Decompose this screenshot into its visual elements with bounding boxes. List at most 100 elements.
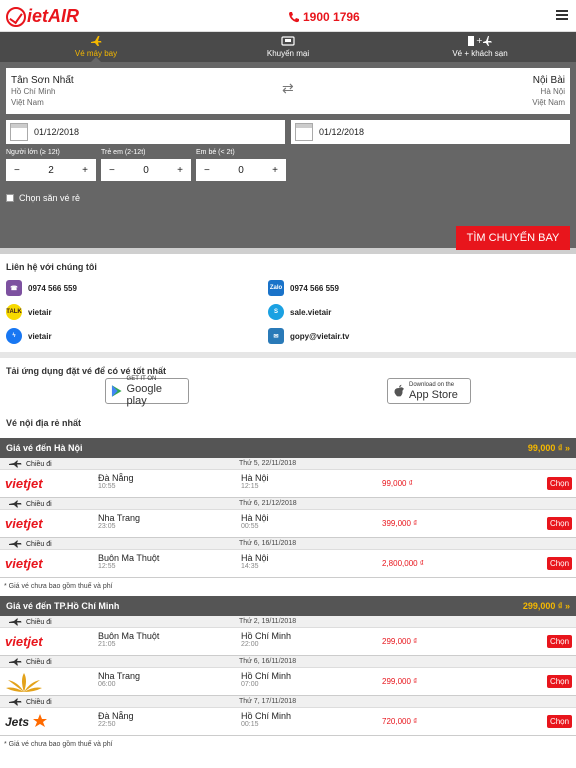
chevron-down-icon[interactable]: » xyxy=(565,601,570,611)
vietair-logo[interactable]: ietAIR xyxy=(6,6,79,27)
play-store-icon xyxy=(111,385,122,397)
select-flight-button[interactable]: Chọn xyxy=(547,715,572,728)
departure-time: 12:55 xyxy=(98,563,116,570)
skype-id: sale.vietair xyxy=(290,307,332,317)
fare-group-header[interactable]: Giá vé đến Hà Nội 99,000 ₫ » xyxy=(0,438,576,458)
vietjet-logo: vietjet xyxy=(5,476,43,491)
flight-price: 99,000 ₫ xyxy=(382,479,413,488)
fare-group: Giá vé đến TP.Hồ Chí Minh 299,000 ₫ » Chiề… xyxy=(0,596,576,754)
infants-group: Em bé (< 2t) − 0 + xyxy=(196,149,286,181)
swap-route-icon[interactable]: ⇄ xyxy=(282,80,294,97)
select-flight-button[interactable]: Chọn xyxy=(547,477,572,490)
select-flight-button[interactable]: Chọn xyxy=(547,517,572,530)
google-play-text: Google play xyxy=(126,382,163,407)
minus-icon[interactable]: − xyxy=(109,165,115,176)
flight-price: 399,000 ₫ xyxy=(382,519,418,528)
fare-group-title: Giá vé đến TP.Hồ Chí Minh xyxy=(6,601,120,611)
fare-group: Giá vé đến Hà Nội 99,000 ₫ » Chiều đi Thứ 5… xyxy=(0,438,576,596)
plus-icon[interactable]: + xyxy=(177,165,183,176)
plus-icon[interactable]: + xyxy=(82,165,88,176)
arrival-city: Hà Nội xyxy=(241,473,269,483)
viber-contact[interactable]: ☎ 0974 566 559 xyxy=(6,280,77,296)
cheap-fare-checkbox[interactable] xyxy=(6,194,14,202)
airplane-icon xyxy=(9,540,22,548)
departure-info: Đà Nẵng 22:50 xyxy=(98,711,134,728)
airline-logo: Jets xyxy=(4,712,54,732)
tab-flight-hotel-label: Vé + khách sạn xyxy=(452,49,508,58)
jetstar-logo: Jets xyxy=(5,714,47,729)
flight-row: Jets Đà Nẵng 22:50 Hồ Chí Minh 00:15 720,000 … xyxy=(0,708,576,736)
vietnam-airlines-logo xyxy=(6,673,42,692)
airline-logo: vietjet xyxy=(4,632,54,652)
fare-group-price: 299,000 ₫ » xyxy=(522,601,570,611)
plus-icon[interactable]: + xyxy=(272,165,278,176)
depart-date-field[interactable]: 01/12/2018 xyxy=(6,120,285,144)
flight-date: Thứ 2, 19/11/2018 xyxy=(239,618,297,625)
minus-icon[interactable]: − xyxy=(14,165,20,176)
airplane-icon xyxy=(9,500,22,508)
arrival-time: 07:00 xyxy=(241,681,259,688)
hotline-number: 1900 1796 xyxy=(303,10,360,24)
cheap-fare-option[interactable]: Chọn săn vé rẻ xyxy=(6,193,570,203)
children-group: Trẻ em (2-12t) − 0 + xyxy=(101,149,191,181)
departure-time: 06:00 xyxy=(98,681,116,688)
flight-row: vietjet Nha Trang 23:05 Hà Nội 00:55 399,000 … xyxy=(0,510,576,538)
hotline-link[interactable]: 1900 1796 xyxy=(288,10,360,24)
svg-text:vietjet: vietjet xyxy=(5,476,43,491)
select-flight-button[interactable]: Chọn xyxy=(547,675,572,688)
viber-number: 0974 566 559 xyxy=(28,283,77,293)
tab-flight-hotel[interactable]: + Vé + khách sạn xyxy=(384,32,576,62)
email-contact[interactable]: ✉ gopy@vietair.tv xyxy=(268,328,349,344)
flight-price: 2,800,000 ₫ xyxy=(382,559,424,568)
app-store-button[interactable]: Download on the App Store xyxy=(387,378,471,404)
logo-mark xyxy=(6,6,26,27)
flight-date: Thứ 6, 16/11/2018 xyxy=(239,540,297,547)
flight-row-header: Chiều đi Thứ 7, 17/11/2018 xyxy=(0,696,576,708)
departure-city: Buôn Ma Thuột xyxy=(98,631,160,641)
origin-field[interactable]: Tân Sơn Nhất Hồ Chí Minh Việt Nam xyxy=(11,75,74,108)
adults-group: Người lớn (≥ 12t) − 2 + xyxy=(6,149,96,181)
logo-text: ietAIR xyxy=(27,6,80,26)
infants-count: 0 xyxy=(238,164,244,176)
messenger-icon: ϟ xyxy=(6,328,22,344)
hamburger-menu-icon[interactable] xyxy=(556,10,568,22)
departure-city: Nha Trang xyxy=(98,671,141,681)
children-count: 0 xyxy=(143,164,149,176)
departure-city: Buôn Ma Thuột xyxy=(98,553,160,563)
airline-logo: vietjet xyxy=(4,554,54,574)
viber-icon: ☎ xyxy=(6,280,22,296)
search-flights-button[interactable]: TÌM CHUYẾN BAY xyxy=(456,226,570,250)
chevron-down-icon[interactable]: » xyxy=(565,443,570,453)
date-row: 01/12/2018 01/12/2018 xyxy=(6,120,570,144)
phone-icon xyxy=(289,12,299,23)
flight-price: 299,000 ₫ xyxy=(382,637,418,646)
arrival-time: 12:15 xyxy=(241,483,259,490)
tab-flights[interactable]: Vé máy bay xyxy=(0,32,192,62)
select-flight-button[interactable]: Chọn xyxy=(547,635,572,648)
flight-row: vietjet Buôn Ma Thuột 12:55 Hà Nội 14:35 2,80… xyxy=(0,550,576,578)
arrival-time: 14:35 xyxy=(241,563,259,570)
fare-group-header[interactable]: Giá vé đến TP.Hồ Chí Minh 299,000 ₫ » xyxy=(0,596,576,616)
airplane-icon xyxy=(9,618,22,626)
arrival-city: Hồ Chí Minh xyxy=(241,671,292,681)
minus-icon[interactable]: − xyxy=(204,165,210,176)
messenger-contact[interactable]: ϟ vietair xyxy=(6,328,52,344)
flight-date: Thứ 7, 17/11/2018 xyxy=(239,698,297,705)
tab-promotions[interactable]: Khuyến mại xyxy=(192,32,384,62)
kakaotalk-contact[interactable]: TALK vietair xyxy=(6,304,52,320)
fare-group-title: Giá vé đến Hà Nội xyxy=(6,443,83,453)
select-flight-button[interactable]: Chọn xyxy=(547,557,572,570)
destination-field[interactable]: Nội Bài Hà Nội Việt Nam xyxy=(532,75,565,108)
svg-text:+: + xyxy=(476,36,483,45)
vietjet-logo: vietjet xyxy=(5,516,43,531)
zalo-contact[interactable]: Zalo 0974 566 559 xyxy=(268,280,339,296)
calendar-icon xyxy=(10,123,28,141)
google-play-button[interactable]: GET IT ON Google play xyxy=(105,375,189,407)
flight-row: Nha Trang 06:00 Hồ Chí Minh 07:00 299,000 ₫ C… xyxy=(0,668,576,696)
vietjet-logo: vietjet xyxy=(5,634,43,649)
cheap-fare-label: Chọn săn vé rẻ xyxy=(19,193,81,203)
google-play-small-text: GET IT ON xyxy=(126,375,157,382)
skype-contact[interactable]: S sale.vietair xyxy=(268,304,331,320)
airplane-icon xyxy=(9,698,22,706)
return-date-field[interactable]: 01/12/2018 xyxy=(291,120,570,144)
